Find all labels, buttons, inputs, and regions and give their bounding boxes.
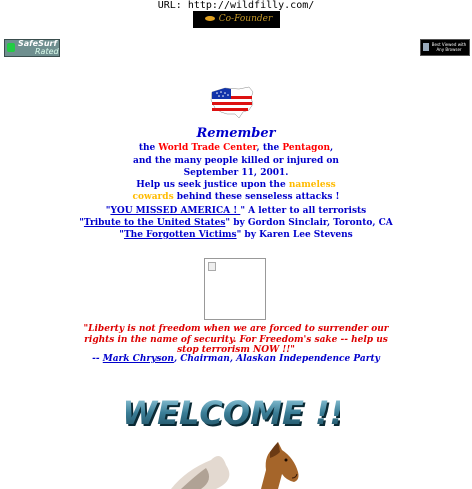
- safesurf-badge[interactable]: SafeSurf Rated: [4, 39, 60, 57]
- remember-heading: Remember: [196, 126, 276, 141]
- quote-attribution: -- Mark Chryson, Chairman, Alaskan Indep…: [92, 354, 380, 364]
- link-row-forgotten-victims: "The Forgotten Victims" by Karen Lee Ste…: [119, 230, 353, 240]
- best-viewed-badge[interactable]: Best Viewed with Any Browser: [420, 39, 470, 56]
- quote-line-1: "Liberty is not freedom when we are forc…: [83, 324, 389, 334]
- memorial-line-5: cowards behind these senseless attacks !: [132, 192, 340, 202]
- broken-image-placeholder: [204, 258, 266, 320]
- broken-image-icon: [208, 262, 216, 271]
- browser-icon: [423, 43, 429, 51]
- safesurf-rated-label: Rated: [35, 47, 59, 56]
- cofounder-banner[interactable]: Co-Founder: [193, 11, 280, 28]
- banner-text: Co-Founder: [218, 14, 273, 24]
- eye-icon: [204, 16, 215, 21]
- link-tribute-united-states[interactable]: Tribute to the United States: [84, 218, 225, 228]
- safesurf-icon: [7, 43, 15, 52]
- link-mark-chryson[interactable]: Mark Chryson: [103, 354, 174, 364]
- link-forgotten-victims[interactable]: The Forgotten Victims: [124, 230, 237, 240]
- welcome-banner: WELCOME !! WELCOME !!: [126, 394, 340, 432]
- memorial-line-1: the World Trade Center, the Pentagon,: [138, 143, 334, 153]
- us-flag-map-icon: [210, 86, 254, 119]
- link-you-missed-america[interactable]: YOU MISSED AMERICA !: [110, 206, 240, 216]
- horse-image: [171, 442, 299, 489]
- welcome-text: WELCOME !!: [126, 394, 340, 432]
